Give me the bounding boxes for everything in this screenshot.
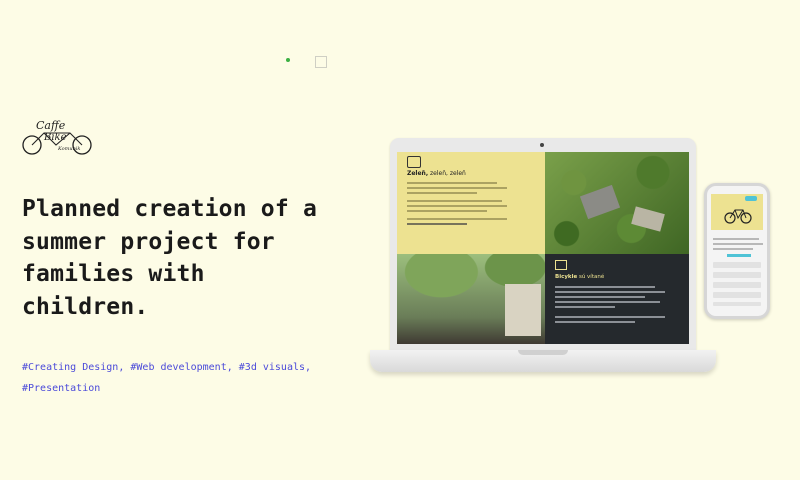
form-field[interactable] — [713, 282, 761, 288]
text-line — [407, 192, 477, 194]
phone-header-panel — [711, 194, 763, 230]
text-line — [407, 182, 497, 184]
camera-dot — [540, 143, 544, 147]
text-line — [407, 210, 487, 212]
phone-link-highlight — [727, 254, 751, 257]
svg-text:Komunik: Komunik — [57, 146, 80, 152]
text-line — [407, 218, 507, 220]
roof-shape — [631, 206, 665, 232]
form-field[interactable] — [713, 292, 761, 298]
caffe-bike-logo: Caffe Bike Komunik — [22, 119, 92, 155]
text-line — [555, 306, 615, 308]
form-field[interactable] — [713, 272, 761, 278]
dark-panel-title: Bicykle sú vítané — [555, 274, 605, 280]
headline-line: families with — [22, 261, 205, 287]
laptop-lid: Zeleň, zeleň, zeleň Bicykle sú vítané — [390, 138, 696, 350]
phone-badge — [745, 196, 757, 201]
screen-intro-panel: Zeleň, zeleň, zeleň — [397, 152, 545, 254]
bicycle-icon — [724, 209, 752, 224]
text-line — [555, 291, 665, 293]
laptop-notch — [518, 350, 568, 355]
shed-shape — [505, 284, 541, 336]
headline-line: Planned creation of a — [22, 196, 317, 222]
text-line — [713, 243, 763, 245]
text-line — [407, 223, 467, 225]
garden-render-image — [397, 254, 545, 344]
laptop-base — [370, 350, 716, 372]
hero-headline: Planned creation of a summer project for… — [22, 193, 352, 323]
svg-text:Caffe: Caffe — [36, 119, 66, 132]
tag-presentation: #Presentation — [22, 383, 101, 394]
project-tags: #Creating Design, #Web development, #3d … — [22, 357, 342, 399]
bicycle-icon — [555, 260, 567, 270]
headline-line: children. — [22, 293, 149, 320]
screen-dark-panel: Bicykle sú vítané — [545, 254, 689, 344]
text-line — [555, 301, 660, 303]
text-line — [407, 187, 507, 189]
tag-creating-design: #Creating Design, — [22, 362, 125, 373]
text-line — [713, 238, 759, 240]
screen-title: Zeleň, zeleň, zeleň — [407, 170, 466, 177]
text-line — [555, 286, 655, 288]
text-line — [555, 316, 665, 318]
form-field[interactable] — [713, 262, 761, 268]
phone-mockup — [704, 183, 770, 319]
laptop-screen: Zeleň, zeleň, zeleň Bicykle sú vítané — [397, 152, 689, 344]
pool-shape — [579, 184, 621, 220]
checkbox-square[interactable] — [315, 56, 327, 68]
text-line — [407, 200, 502, 202]
laptop-mockup: Zeleň, zeleň, zeleň Bicykle sú vítané — [370, 138, 716, 374]
svg-text:Bike: Bike — [43, 132, 67, 143]
form-field[interactable] — [713, 302, 761, 306]
status-dot — [286, 58, 290, 62]
headline-line: summer project for — [22, 228, 275, 255]
tag-web-development: #Web development, — [130, 362, 233, 373]
text-line — [713, 248, 753, 250]
text-line — [407, 205, 507, 207]
bike-logo-icon — [407, 156, 421, 168]
text-line — [555, 321, 635, 323]
text-line — [555, 296, 645, 298]
tag-3d-visuals: #3d visuals, — [238, 362, 312, 373]
aerial-render-image — [545, 152, 689, 254]
